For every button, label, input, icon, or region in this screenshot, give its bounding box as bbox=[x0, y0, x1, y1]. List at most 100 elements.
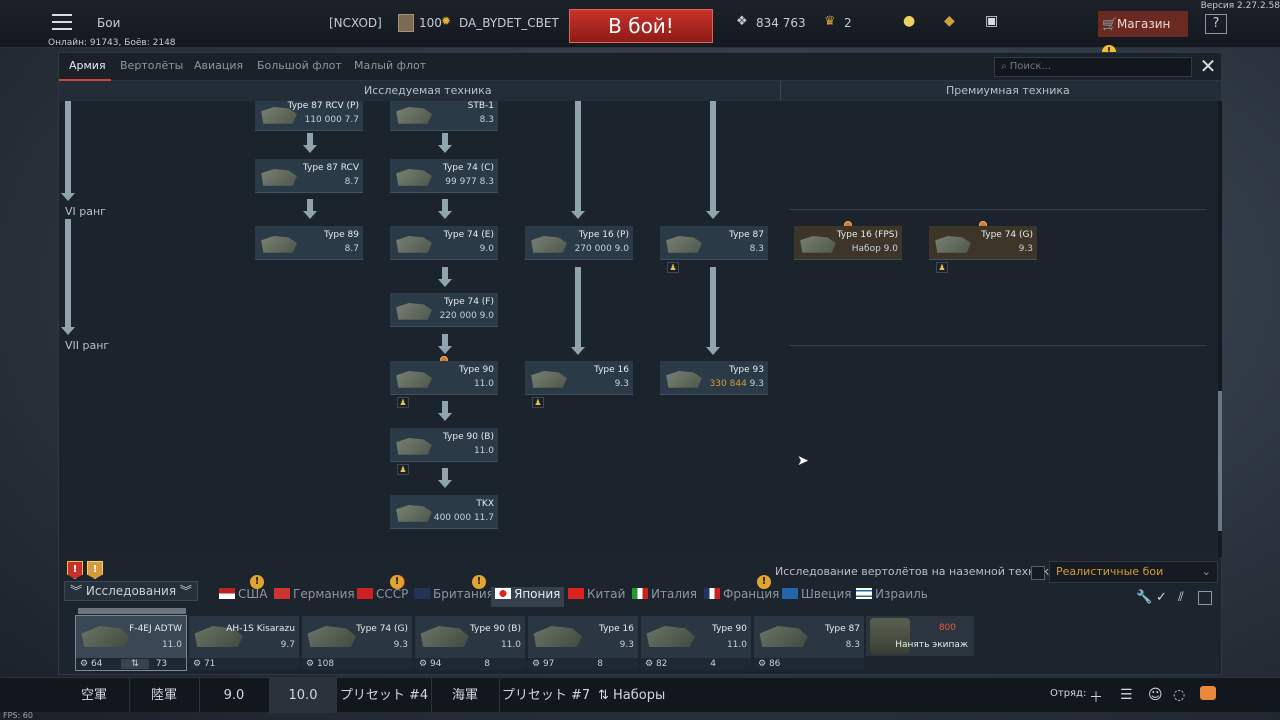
tab-bluewater-fleet[interactable]: Большой флот bbox=[257, 59, 342, 72]
game-mode-select[interactable]: Реалистичные бои ⌄ bbox=[1049, 561, 1218, 583]
preset-4-button[interactable]: プリセット #4 bbox=[338, 678, 430, 713]
nation-usa[interactable]: США bbox=[219, 587, 267, 607]
vehicle-type16-fps[interactable]: Type 16 (FPS) Набор 9.0 bbox=[794, 226, 902, 260]
slot-crew: ⚙ 82 4 bbox=[641, 658, 751, 670]
coupon-icon[interactable]: ▣ bbox=[985, 13, 998, 29]
vehicle-name: Type 16 bbox=[594, 365, 629, 375]
close-icon[interactable]: ✕ bbox=[1199, 56, 1217, 78]
vehicle-type89[interactable]: Type 89 8.7 bbox=[255, 226, 363, 260]
wrench-icon[interactable]: 🔧 bbox=[1136, 590, 1152, 605]
help-button[interactable]: ? bbox=[1205, 14, 1227, 34]
vehicle-stb1[interactable]: STB-1 8.3 bbox=[390, 101, 498, 131]
flag-usa-icon bbox=[219, 588, 235, 599]
slot-type74g[interactable]: Type 74 (G) 9.3 ⚙ 108 bbox=[302, 616, 412, 670]
nation-china[interactable]: Китай bbox=[568, 587, 625, 607]
hire-cost: 800 bbox=[938, 623, 956, 633]
slot-type90[interactable]: Type 90 11.0 ⚙ 82 4 bbox=[641, 616, 751, 670]
br-button-10[interactable]: 10.0 bbox=[269, 678, 337, 713]
vehicle-type74f[interactable]: Type 74 (F) 220 000 9.0 bbox=[390, 293, 498, 327]
vehicle-stats: 11.0 bbox=[473, 379, 494, 389]
vehicle-type87rcv-p[interactable]: Type 87 RCV (P) 110 000 7.7 bbox=[255, 101, 363, 131]
vehicle-type74g[interactable]: Type 74 (G) 9.3 bbox=[929, 226, 1037, 260]
rank-emblem-icon[interactable]: ◆ bbox=[944, 13, 955, 29]
tab-army[interactable]: Армия bbox=[69, 59, 106, 72]
vehicle-type16[interactable]: Type 16 9.3 bbox=[525, 361, 633, 395]
heli-research-label: Исследование вертолётов на наземной техн… bbox=[775, 565, 1056, 578]
tree-arrow-head bbox=[438, 145, 452, 153]
vehicle-name: Type 87 bbox=[729, 230, 764, 240]
add-squad-icon[interactable]: ＋ bbox=[1089, 687, 1103, 707]
menu-icon[interactable] bbox=[52, 14, 72, 30]
view-toggle-checkbox[interactable] bbox=[1198, 591, 1212, 605]
slot-crew: ⚙ 71 bbox=[189, 658, 299, 670]
slot-thumbnail bbox=[81, 626, 130, 647]
slot-f4ej-adtw[interactable]: F-4EJ ADTW 11.0 ⚙ 64 ⇅ 73 bbox=[75, 615, 187, 671]
vehicle-type93[interactable]: Type 93 330 844 9.3 bbox=[660, 361, 768, 395]
preset-7-button[interactable]: プリセット #7 bbox=[500, 678, 592, 713]
tech-tree[interactable]: VI ранг VII ранг Type 87 RCV (P) 110 000… bbox=[59, 101, 1217, 557]
rank-vi-line bbox=[789, 209, 1207, 210]
golden-eagles-amount[interactable]: 2 bbox=[844, 16, 852, 30]
search-input[interactable]: ⌕ Поиск... bbox=[994, 57, 1192, 77]
br-button-9[interactable]: 9.0 bbox=[200, 678, 268, 713]
tab-helicopters[interactable]: Вертолёты bbox=[120, 59, 183, 72]
slot-type87[interactable]: Type 87 8.3 ⚙ 86 bbox=[754, 616, 864, 670]
research-button[interactable]: ︾ Исследования ︾ bbox=[64, 581, 198, 601]
nation-britain[interactable]: Британия bbox=[414, 587, 494, 607]
tab-coastal-fleet[interactable]: Малый флот bbox=[354, 59, 426, 72]
vehicle-type16p[interactable]: Type 16 (P) 270 000 9.0 bbox=[525, 226, 633, 260]
vehicle-name: Type 74 (F) bbox=[443, 297, 494, 307]
vehicle-type87rcv[interactable]: Type 87 RCV 8.7 bbox=[255, 159, 363, 193]
slot-type90b[interactable]: Type 90 (B) 11.0 ⚙ 94 8 bbox=[415, 616, 525, 670]
list-icon[interactable]: ☰ bbox=[1120, 687, 1133, 703]
air-force-button[interactable]: 空軍 bbox=[60, 678, 128, 713]
silver-amount[interactable]: 834 763 bbox=[756, 16, 806, 30]
hire-crew-button[interactable]: 800 Нанять экипаж bbox=[866, 616, 974, 656]
flag-ussr-icon bbox=[357, 588, 373, 599]
checkmark-icon[interactable]: ✓ bbox=[1156, 590, 1167, 605]
presets-button[interactable]: ⇅ Наборы bbox=[598, 678, 668, 713]
tab-aviation[interactable]: Авиация bbox=[194, 59, 243, 72]
vehicle-type74c[interactable]: Type 74 (C) 99 977 8.3 bbox=[390, 159, 498, 193]
clan-tag[interactable]: [NCXOD] bbox=[329, 16, 382, 30]
slot-type16[interactable]: Type 16 9.3 ⚙ 97 8 bbox=[528, 616, 638, 670]
contacts-icon[interactable]: ☺ bbox=[1148, 687, 1163, 703]
vehicle-stats: 99 977 8.3 bbox=[445, 177, 494, 187]
tree-arrow bbox=[710, 267, 716, 349]
nation-germany[interactable]: Германия bbox=[274, 587, 355, 607]
hire-label: Нанять экипаж bbox=[895, 640, 968, 650]
scroll-thumb[interactable] bbox=[1218, 391, 1222, 531]
avatar[interactable] bbox=[398, 14, 414, 32]
filter-icon[interactable]: ⫽ bbox=[1178, 590, 1184, 605]
vehicle-name: Type 16 (FPS) bbox=[836, 230, 898, 240]
tree-arrow-head bbox=[706, 347, 720, 355]
tree-arrow-head bbox=[438, 211, 452, 219]
nation-ussr[interactable]: СССР bbox=[357, 587, 408, 607]
nation-israel[interactable]: Израиль bbox=[856, 587, 928, 607]
tree-scrollbar[interactable] bbox=[1218, 101, 1222, 557]
research-label: Исследования bbox=[85, 584, 177, 598]
vehicle-type74e[interactable]: Type 74 (E) 9.0 bbox=[390, 226, 498, 260]
nation-sweden[interactable]: Швеция bbox=[782, 587, 851, 607]
battles-label[interactable]: Бои bbox=[97, 16, 120, 30]
nation-france[interactable]: Франция bbox=[704, 587, 779, 607]
vehicle-type90b[interactable]: Type 90 (B) 11.0 bbox=[390, 428, 498, 462]
slot-ah1s-kisarazu[interactable]: AH-1S Kisarazu 9.7 ⚙ 71 bbox=[189, 616, 299, 670]
vehicle-name: TKX bbox=[476, 499, 494, 509]
navy-button[interactable]: 海軍 bbox=[432, 678, 498, 713]
chat-icon[interactable]: ◌ bbox=[1173, 687, 1185, 703]
vehicle-type87[interactable]: Type 87 8.3 bbox=[660, 226, 768, 260]
player-nickname[interactable]: DA_BYDET_CBET bbox=[459, 16, 559, 30]
nation-japan[interactable]: Япония bbox=[491, 587, 565, 607]
heli-research-checkbox[interactable] bbox=[1031, 566, 1045, 580]
vehicle-name: Type 16 (P) bbox=[578, 230, 629, 240]
category-tabs: Армия Вертолёты Авиация Большой флот Мал… bbox=[59, 53, 1221, 81]
shop-button[interactable]: 🛒Магазин ! bbox=[1098, 11, 1188, 59]
vehicle-type90[interactable]: Type 90 11.0 bbox=[390, 361, 498, 395]
to-battle-button[interactable]: В бой! bbox=[569, 9, 713, 43]
nation-italy[interactable]: Италия bbox=[632, 587, 697, 607]
army-button[interactable]: 陸軍 bbox=[130, 678, 198, 713]
mail-icon[interactable] bbox=[1200, 686, 1216, 700]
vehicle-tkx[interactable]: TKX 400 000 11.7 bbox=[390, 495, 498, 529]
lightbulb-icon[interactable]: ● bbox=[903, 13, 915, 29]
